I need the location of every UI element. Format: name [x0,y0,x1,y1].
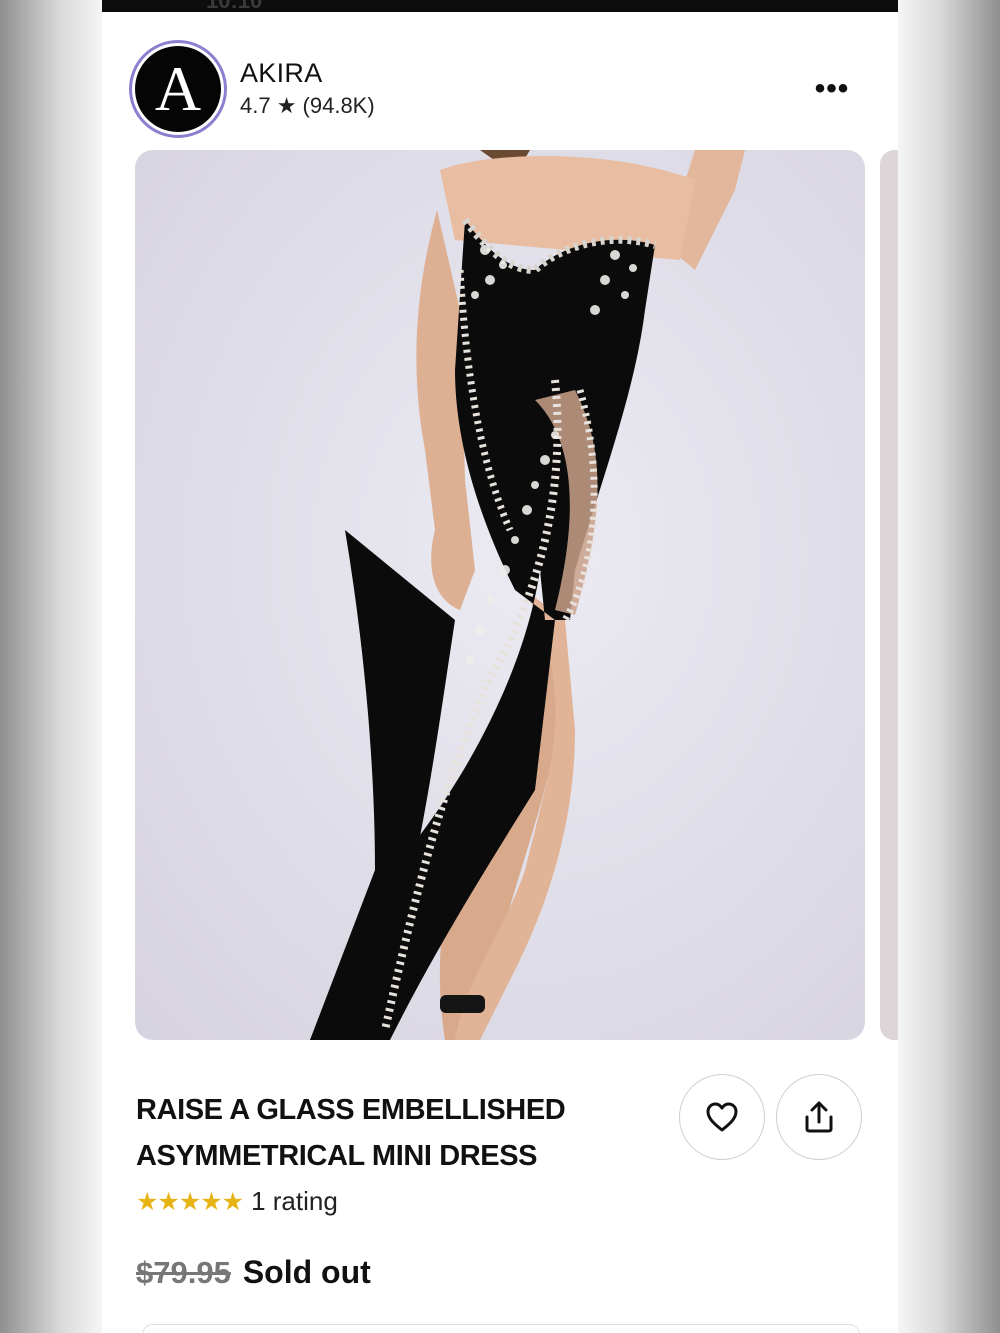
next-image-preview[interactable] [880,150,898,1040]
store-avatar-letter: A [135,46,221,132]
status-bar: 10:10 [102,0,898,13]
rating-stars: ★★★★★ [136,1187,244,1216]
product-title-line1: RAISE A GLASS EMBELLISHED [136,1094,566,1126]
share-icon [805,1101,833,1133]
more-icon: ••• [814,72,850,105]
bottom-card-edge [142,1324,860,1333]
store-rating: 4.7 ★ (94.8K) [240,93,375,118]
favorite-button[interactable] [679,1074,765,1160]
share-button[interactable] [776,1074,862,1160]
status-time: 10:10 [206,0,263,13]
original-price: $79.95 [136,1255,231,1290]
price-row: $79.95 Sold out [136,1254,371,1291]
dress-photo [310,150,745,1040]
store-name[interactable]: AKIRA [240,58,323,89]
close-icon[interactable] [814,104,858,148]
more-options-button[interactable]: ••• [802,72,862,106]
product-rating[interactable]: ★★★★★ 1 rating [136,1186,338,1217]
product-title-line2: ASYMMETRICAL MINI DRESS [136,1140,538,1172]
store-avatar[interactable]: A [129,40,227,138]
product-sheet: 10:10 A AKIRA 4.7 ★ (94.8K) ••• RAISE A … [102,0,898,1333]
heart-icon [706,1102,738,1132]
availability-status: Sold out [242,1254,371,1290]
product-image[interactable] [135,150,865,1040]
rating-count: 1 rating [251,1186,338,1216]
